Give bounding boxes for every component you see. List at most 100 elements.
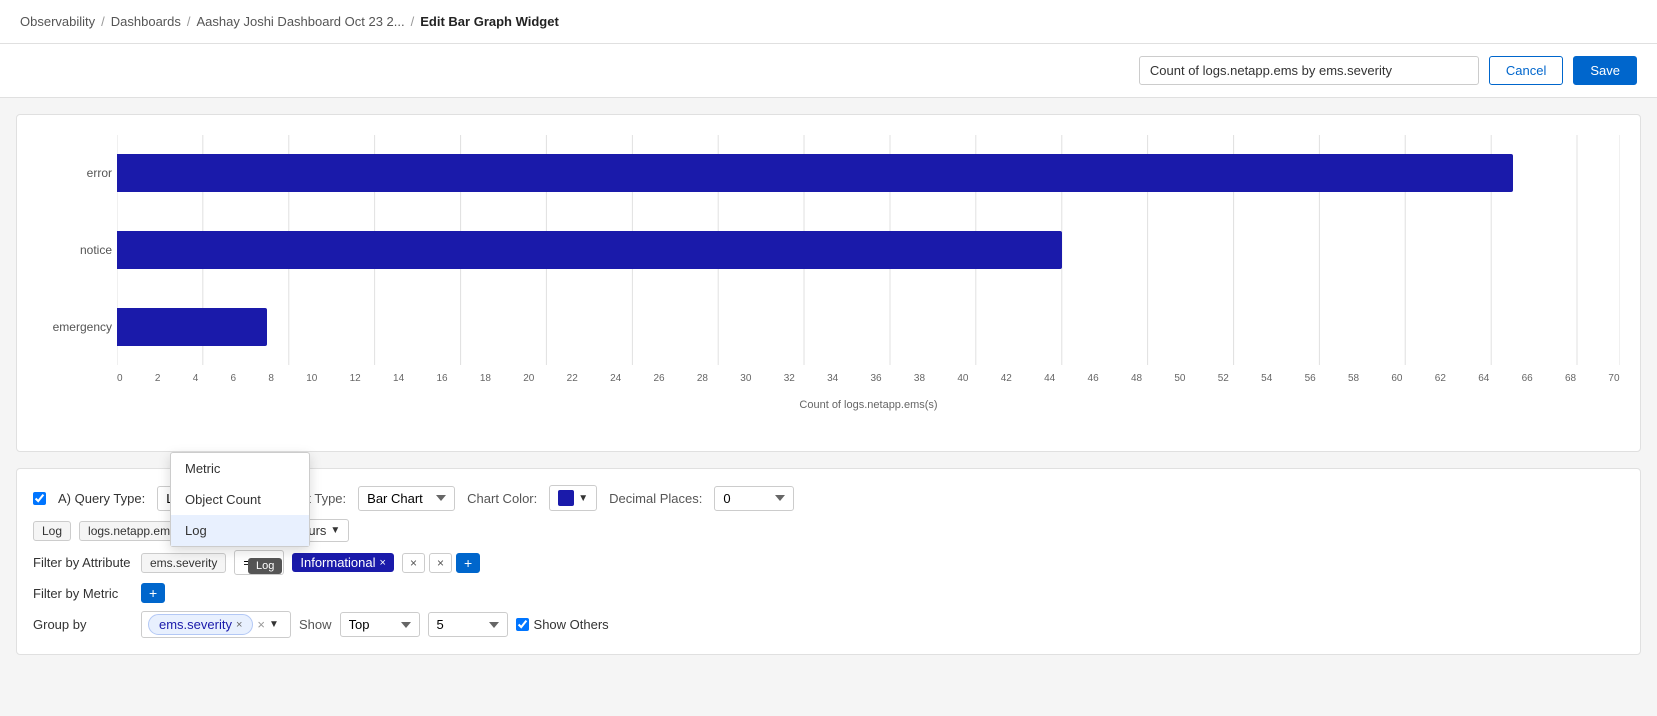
- filter-metric-label: Filter by Metric: [33, 586, 133, 601]
- chart-color-label: Chart Color:: [467, 491, 537, 506]
- dropdown-item-metric[interactable]: Metric: [171, 453, 309, 484]
- show-others-label[interactable]: Show Others: [516, 617, 609, 632]
- breadcrumb-dashboards[interactable]: Dashboards: [111, 14, 181, 29]
- group-by-tag: ems.severity ×: [148, 614, 253, 635]
- x-axis-title: Count of logs.netapp.ems(s): [117, 399, 1620, 411]
- x-tick-40: 40: [957, 373, 968, 384]
- top-select[interactable]: Top Bottom: [340, 612, 420, 637]
- bar-fill-emergency: [117, 308, 267, 346]
- x-tick-62: 62: [1435, 373, 1446, 384]
- x-tick-66: 66: [1522, 373, 1533, 384]
- query-checkbox[interactable]: [33, 492, 46, 505]
- count-select[interactable]: 5 10 25 50: [428, 612, 508, 637]
- breadcrumb-dashboard-name[interactable]: Aashay Joshi Dashboard Oct 23 2...: [197, 14, 405, 29]
- show-others-checkbox[interactable]: [516, 618, 529, 631]
- filter-attr-clear-button[interactable]: ×: [402, 553, 425, 573]
- x-tick-14: 14: [393, 373, 404, 384]
- x-tick-0: 0: [117, 373, 123, 384]
- x-tick-30: 30: [740, 373, 751, 384]
- informational-tag: Informational ×: [292, 553, 394, 572]
- chart-color-button[interactable]: ▼: [549, 485, 597, 511]
- informational-tag-close[interactable]: ×: [380, 557, 386, 569]
- filter-attribute-label: Filter by Attribute: [33, 555, 133, 570]
- query-type-label: A) Query Type:: [58, 491, 145, 506]
- x-tick-64: 64: [1478, 373, 1489, 384]
- x-tick-18: 18: [480, 373, 491, 384]
- filter-attr-add-button[interactable]: +: [456, 553, 480, 573]
- bar-row-error: error: [117, 143, 1620, 203]
- x-tick-46: 46: [1088, 373, 1099, 384]
- group-by-arrow-icon: ▼: [269, 619, 279, 630]
- x-tick-26: 26: [653, 373, 664, 384]
- bar-fill-notice: [117, 231, 1062, 269]
- log-tag: Log: [33, 521, 71, 541]
- x-tick-60: 60: [1391, 373, 1402, 384]
- x-tick-70: 70: [1608, 373, 1619, 384]
- breadcrumb-sep-2: /: [187, 14, 191, 29]
- filter-attr-delete-button[interactable]: ×: [429, 553, 452, 573]
- x-tick-8: 8: [268, 373, 274, 384]
- bar-label-error: error: [37, 166, 112, 180]
- bar-chart-container: error notice emergency 0 2 4 6: [117, 135, 1620, 395]
- filter-attr-operator-select[interactable]: = != > <: [234, 550, 284, 575]
- x-tick-28: 28: [697, 373, 708, 384]
- x-tick-44: 44: [1044, 373, 1055, 384]
- bar-row-notice: notice: [117, 220, 1620, 280]
- filter-metric-row: Filter by Metric +: [33, 583, 1624, 603]
- group-by-label: Group by: [33, 617, 133, 632]
- x-tick-34: 34: [827, 373, 838, 384]
- breadcrumb: Observability / Dashboards / Aashay Josh…: [0, 0, 1657, 44]
- informational-value: Informational: [300, 555, 375, 570]
- x-tick-4: 4: [193, 373, 199, 384]
- query-checkbox-label[interactable]: [33, 492, 46, 505]
- save-button[interactable]: Save: [1573, 56, 1637, 85]
- x-tick-32: 32: [784, 373, 795, 384]
- color-dropdown-arrow: ▼: [578, 493, 588, 504]
- filter-attr-tag: ems.severity: [141, 553, 226, 573]
- x-tick-48: 48: [1131, 373, 1142, 384]
- filter-attribute-row: Filter by Attribute ems.severity = != > …: [33, 550, 1624, 575]
- display-time-arrow: ▼: [330, 525, 340, 536]
- filter-ops: × × +: [402, 553, 480, 573]
- filter-metric-add-button[interactable]: +: [141, 583, 165, 603]
- bar-fill-error: [117, 154, 1513, 192]
- color-swatch: [558, 490, 574, 506]
- widget-title-input[interactable]: [1139, 56, 1479, 85]
- group-by-row: Group by ems.severity × × ▼ Show Top Bot…: [33, 611, 1624, 638]
- breadcrumb-sep-1: /: [101, 14, 105, 29]
- bar-label-emergency: emergency: [37, 320, 112, 334]
- chart-type-select[interactable]: Bar Chart Line Chart Area Chart: [358, 486, 455, 511]
- query-type-dropdown: Metric Object Count Log: [170, 452, 310, 547]
- x-tick-10: 10: [306, 373, 317, 384]
- x-tick-36: 36: [871, 373, 882, 384]
- breadcrumb-sep-3: /: [411, 14, 415, 29]
- decimal-places-label: Decimal Places:: [609, 491, 702, 506]
- x-tick-16: 16: [436, 373, 447, 384]
- x-tick-50: 50: [1174, 373, 1185, 384]
- x-tick-22: 22: [567, 373, 578, 384]
- x-tick-54: 54: [1261, 373, 1272, 384]
- breadcrumb-observability[interactable]: Observability: [20, 14, 95, 29]
- chart-type-wrapper: Bar Chart Line Chart Area Chart: [358, 486, 455, 511]
- x-tick-6: 6: [231, 373, 237, 384]
- x-tick-52: 52: [1218, 373, 1229, 384]
- x-tick-2: 2: [155, 373, 161, 384]
- x-tick-68: 68: [1565, 373, 1576, 384]
- decimal-places-select[interactable]: 0 1 2: [714, 486, 794, 511]
- show-label: Show: [299, 617, 332, 632]
- x-tick-56: 56: [1305, 373, 1316, 384]
- group-by-tag-remove[interactable]: ×: [236, 619, 242, 631]
- x-axis: 0 2 4 6 8 10 12 14 16 18 20 22 24 26 28 …: [117, 371, 1620, 395]
- bar-row-emergency: emergency: [117, 297, 1620, 357]
- chart-area: error notice emergency 0 2 4 6: [16, 114, 1641, 452]
- dropdown-item-log[interactable]: Log: [171, 515, 309, 546]
- group-by-box[interactable]: ems.severity × × ▼: [141, 611, 291, 638]
- bar-rows: error notice emergency: [117, 135, 1620, 365]
- x-tick-20: 20: [523, 373, 534, 384]
- dropdown-item-object-count[interactable]: Object Count: [171, 484, 309, 515]
- cancel-button[interactable]: Cancel: [1489, 56, 1563, 85]
- x-tick-24: 24: [610, 373, 621, 384]
- x-tick-42: 42: [1001, 373, 1012, 384]
- group-by-clear-icon[interactable]: ×: [257, 617, 265, 632]
- show-others-text: Show Others: [534, 617, 609, 632]
